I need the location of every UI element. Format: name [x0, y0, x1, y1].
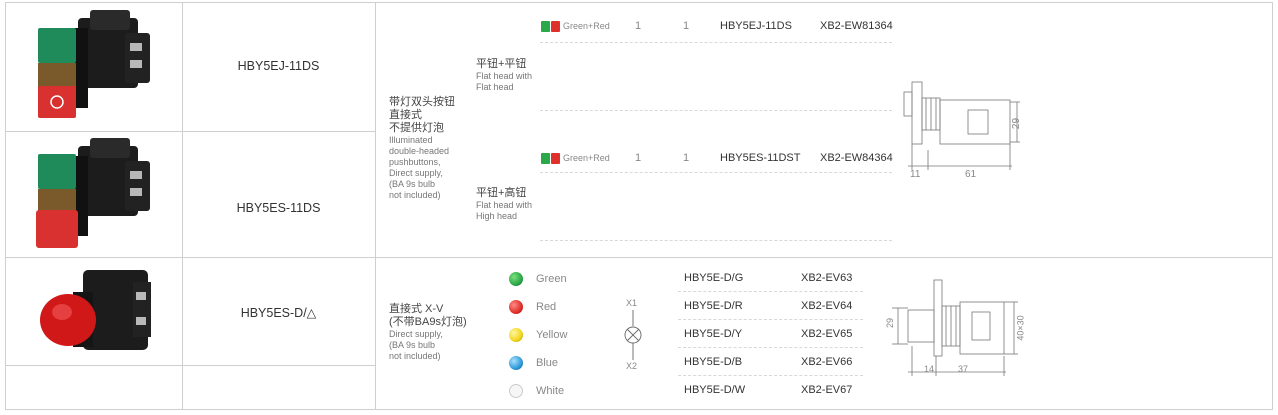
dashed-divider [678, 347, 863, 348]
dashed-divider [678, 375, 863, 376]
color-label: Green+Red [563, 21, 610, 31]
part-number: HBY5E-D/W [684, 384, 746, 396]
dimension-label: 14 [924, 364, 935, 374]
desc-en: Direct supply, [389, 329, 443, 339]
dimension-label: 61 [965, 169, 977, 180]
variant-type-en: Flat head with [476, 200, 533, 210]
dimension-label: 40×30 [1015, 315, 1026, 341]
dashed-divider [678, 319, 863, 320]
variant-type-en: Flat head with [476, 71, 533, 81]
dimension-drawing-group2 [892, 279, 1018, 376]
reference-number: XB2-EW81364 [820, 20, 893, 32]
color-name: Yellow [536, 329, 568, 341]
model-name: HBY5ES-11DS [236, 201, 321, 215]
dimension-label: 29 [885, 317, 896, 329]
desc-en: (BA 9s bulb [389, 179, 436, 189]
group2-description: 直接式 X-V (不带BA9s灯泡) Direct supply, (BA 9s… [389, 303, 467, 362]
dimension-label: 29 [1011, 117, 1023, 130]
part-number: HBY5ES-11DST [720, 152, 801, 164]
dimension-drawing-group1 [903, 81, 1020, 170]
desc-cn: (不带BA9s灯泡) [389, 316, 467, 328]
color-name: White [536, 385, 565, 397]
model-name: HBY5ES-D/△ [240, 306, 317, 320]
desc-cn: 带灯双头按钮 [389, 96, 455, 108]
reference-number: XB2-EV63 [801, 272, 853, 284]
white-dot-icon [509, 384, 523, 398]
row-divider [5, 131, 375, 132]
qty: 1 [635, 20, 642, 32]
part-number: HBY5EJ-11DS [720, 20, 792, 32]
desc-cn: 直接式 [389, 109, 422, 121]
variant-type-en: Flat head [476, 82, 514, 92]
color-name: Blue [536, 357, 559, 369]
desc-cn: 不提供灯泡 [389, 122, 444, 134]
qty: 1 [683, 152, 690, 164]
red-badge-icon [551, 21, 560, 32]
dashed-divider [540, 42, 892, 43]
column-divider [375, 2, 376, 410]
desc-en: double-headed [389, 146, 450, 156]
desc-cn: 直接式 X-V [389, 303, 444, 315]
variant-type-cn: 平钮+平钮 [476, 58, 527, 70]
red-dot-icon [509, 300, 523, 314]
reference-number: XB2-EV67 [801, 384, 853, 396]
part-number: HBY5E-D/Y [684, 328, 743, 340]
dashed-divider [540, 240, 892, 241]
qty: 1 [635, 152, 642, 164]
desc-en: not included) [389, 351, 441, 361]
desc-en: Illuminated [389, 135, 433, 145]
terminal-label: X1 [626, 298, 638, 308]
desc-en: pushbuttons, [389, 157, 441, 167]
dashed-divider [678, 291, 863, 292]
yellow-dot-icon [509, 328, 523, 342]
color-name: Red [536, 301, 557, 313]
terminal-label: X2 [626, 361, 638, 371]
part-number: HBY5E-D/R [684, 300, 743, 312]
variant-type-cn: 平钮+高钮 [476, 187, 527, 199]
lamp-symbol-icon [624, 310, 642, 360]
product-image-hby5es-d [40, 270, 151, 350]
dimension-label: 37 [958, 364, 969, 374]
reference-number: XB2-EV65 [801, 328, 853, 340]
desc-en: not included) [389, 190, 441, 200]
qty: 1 [683, 20, 690, 32]
product-image-hby5ej [38, 10, 150, 118]
variant-type: 平钮+高钮 Flat head with High head [476, 187, 532, 222]
green-dot-icon [509, 272, 523, 286]
model-name: HBY5EJ-11DS [237, 59, 320, 73]
blue-dot-icon [509, 356, 523, 370]
row-divider [5, 365, 375, 366]
color-name: Green [536, 273, 567, 285]
color-label: Green+Red [563, 153, 610, 163]
green-badge-icon [541, 153, 550, 164]
variant-type: 平钮+平钮 Flat head with Flat head [476, 58, 532, 93]
dashed-divider [540, 172, 892, 173]
reference-number: XB2-EV64 [801, 300, 853, 312]
group1-description: 带灯双头按钮 直接式 不提供灯泡 Illuminated double-head… [389, 96, 455, 201]
variant-type-en: High head [476, 211, 518, 221]
desc-en: Direct supply, [389, 168, 443, 178]
reference-number: XB2-EW84364 [820, 152, 893, 164]
row-divider [5, 257, 1273, 258]
reference-number: XB2-EV66 [801, 356, 853, 368]
part-number: HBY5E-D/B [684, 356, 743, 368]
part-number: HBY5E-D/G [684, 272, 744, 284]
product-image-hby5es [36, 138, 150, 248]
red-badge-icon [551, 153, 560, 164]
desc-en: (BA 9s bulb [389, 340, 436, 350]
dashed-divider [540, 110, 892, 111]
green-badge-icon [541, 21, 550, 32]
dimension-label: 11 [910, 169, 921, 180]
